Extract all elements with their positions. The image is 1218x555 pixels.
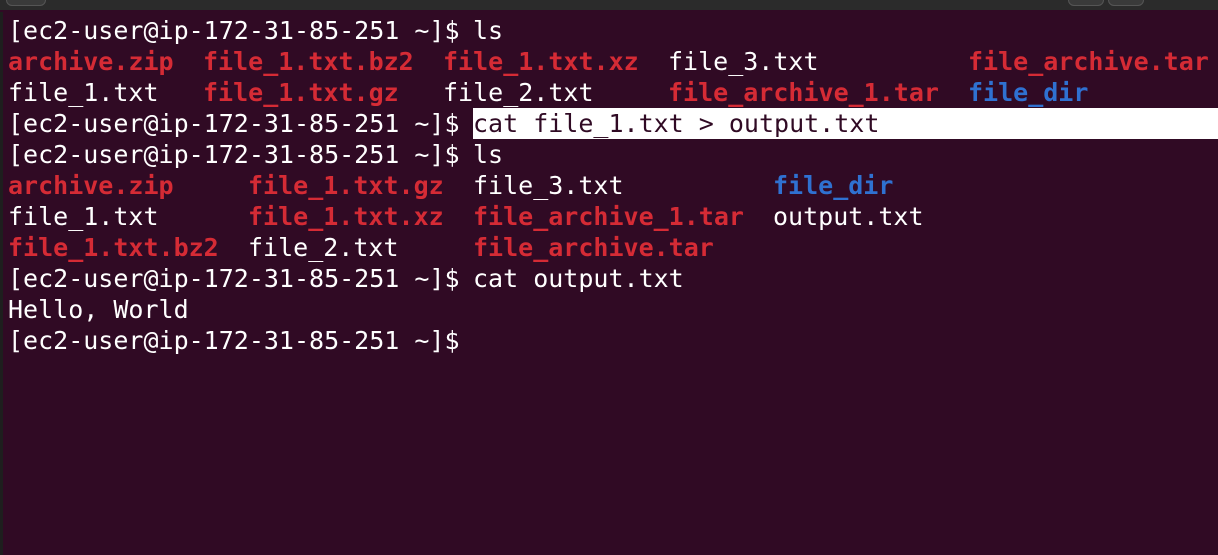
archive-file: file_archive.tar (473, 233, 714, 262)
archive-file: archive.zip (8, 171, 174, 200)
text-file: file_3.txt (473, 171, 624, 200)
command: cat output.txt (473, 264, 684, 293)
prompt: [ec2-user@ip-172-31-85-251 ~]$ (8, 326, 460, 355)
command-output: Hello, World (8, 294, 189, 325)
terminal-window[interactable]: [ec2-user@ip-172-31-85-251 ~]$ ls archiv… (0, 12, 1218, 555)
archive-file: file_1.txt.xz (443, 47, 639, 76)
terminal-line: [ec2-user@ip-172-31-85-251 ~]$ cat file_… (8, 108, 1218, 139)
terminal-line: [ec2-user@ip-172-31-85-251 ~]$ cat outpu… (8, 263, 684, 294)
text-file: file_2.txt (443, 78, 594, 107)
cat-result: Hello, World (8, 295, 189, 324)
ls-output-row: file_1.txt.bz2 file_2.txt file_archive.t… (8, 232, 714, 263)
archive-file: file_archive_1.tar (668, 78, 939, 107)
terminal-line: [ec2-user@ip-172-31-85-251 ~]$ ls (8, 15, 503, 46)
text-file: file_2.txt (248, 233, 399, 262)
terminal-line: [ec2-user@ip-172-31-85-251 ~]$ ls (8, 139, 503, 170)
text-file: file_1.txt (8, 202, 159, 231)
archive-file: file_1.txt.xz (248, 202, 444, 231)
window-top-bar (0, 0, 1218, 10)
maximize-button[interactable] (1108, 0, 1144, 6)
prompt: [ec2-user@ip-172-31-85-251 ~]$ (8, 140, 460, 169)
window-menu-button[interactable] (6, 0, 46, 6)
archive-file: file_1.txt.bz2 (203, 47, 414, 76)
text-file: output.txt (773, 202, 924, 231)
ls-output-row: archive.zip file_1.txt.bz2 file_1.txt.xz… (8, 46, 1209, 77)
ls-output-row: archive.zip file_1.txt.gz file_3.txt fil… (8, 170, 893, 201)
archive-file: file_1.txt.gz (248, 171, 444, 200)
text-file: file_3.txt (668, 47, 819, 76)
command: ls (473, 140, 504, 169)
archive-file: file_1.txt.gz (203, 78, 399, 107)
prompt: [ec2-user@ip-172-31-85-251 ~]$ (8, 109, 460, 138)
command: ls (473, 16, 504, 45)
archive-file: file_1.txt.bz2 (8, 233, 219, 262)
terminal-line: [ec2-user@ip-172-31-85-251 ~]$ (8, 325, 460, 356)
minimize-button[interactable] (1068, 0, 1104, 6)
text-file: file_1.txt (8, 78, 159, 107)
ls-output-row: file_1.txt file_1.txt.gz file_2.txt file… (8, 77, 1088, 108)
prompt: [ec2-user@ip-172-31-85-251 ~]$ (8, 16, 460, 45)
archive-file: archive.zip (8, 47, 174, 76)
directory: file_dir (773, 171, 894, 200)
selected-command[interactable]: cat file_1.txt > output.txt (473, 108, 1218, 139)
archive-file: file_archive_1.tar (473, 202, 744, 231)
ls-output-row: file_1.txt file_1.txt.xz file_archive_1.… (8, 201, 924, 232)
prompt: [ec2-user@ip-172-31-85-251 ~]$ (8, 264, 460, 293)
directory: file_dir (968, 78, 1089, 107)
archive-file: file_archive.tar (968, 47, 1209, 76)
